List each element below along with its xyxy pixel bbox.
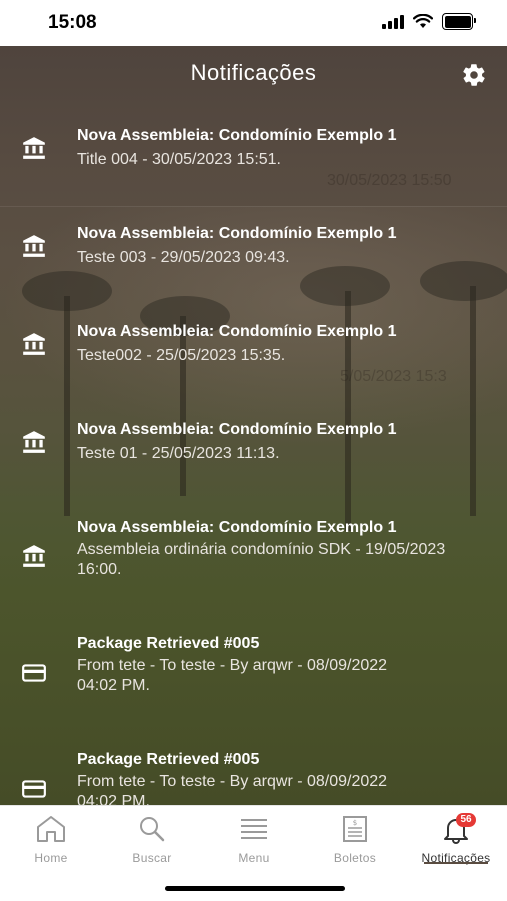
bank-icon xyxy=(23,137,45,159)
tab-buscar[interactable]: Buscar xyxy=(107,814,197,865)
home-indicator xyxy=(165,886,345,891)
bank-icon xyxy=(23,431,45,453)
notification-title: Nova Assembleia: Condomínio Exemplo 1 xyxy=(77,323,397,340)
tab-menu[interactable]: Menu xyxy=(209,814,299,865)
active-tab-indicator xyxy=(424,862,488,864)
bank-icon xyxy=(23,333,45,355)
notifications-list: Nova Assembleia: Condomínio Exemplo 1 Ti… xyxy=(0,114,507,805)
home-icon xyxy=(37,816,65,842)
notification-body: Teste 01 - 25/05/2023 11:13. xyxy=(77,445,280,462)
list-item[interactable]: Nova Assembleia: Condomínio Exemplo 1 Te… xyxy=(0,310,507,402)
divider xyxy=(0,206,507,207)
status-time: 15:08 xyxy=(48,12,97,33)
notification-count-badge: 56 xyxy=(456,813,476,827)
list-item[interactable]: Nova Assembleia: Condomínio Exemplo 1 Te… xyxy=(0,212,507,304)
notification-title: Package Retrieved #005 xyxy=(77,635,260,652)
tab-label: Home xyxy=(34,851,68,865)
wifi-icon xyxy=(413,14,433,28)
tab-label: Buscar xyxy=(132,851,172,865)
notification-body: From tete - To teste - By arqwr - 08/09/… xyxy=(77,657,388,694)
tab-boletos[interactable]: $ Boletos xyxy=(310,814,400,865)
notification-title: Nova Assembleia: Condomínio Exemplo 1 xyxy=(77,519,397,536)
card-icon xyxy=(22,664,46,682)
signal-icon xyxy=(382,14,404,29)
list-item[interactable]: Package Retrieved #005 From tete - To te… xyxy=(0,738,507,805)
notification-title: Nova Assembleia: Condomínio Exemplo 1 xyxy=(77,421,397,438)
notification-title: Nova Assembleia: Condomínio Exemplo 1 xyxy=(77,127,397,144)
search-icon xyxy=(140,817,165,842)
bank-icon xyxy=(23,545,45,567)
notification-body: Teste 003 - 29/05/2023 09:43. xyxy=(77,249,290,266)
notification-body: Teste002 - 25/05/2023 15:35. xyxy=(77,347,286,364)
gear-icon xyxy=(463,64,485,86)
menu-icon xyxy=(241,819,267,839)
notification-body: From tete - To teste - By arqwr - 08/09/… xyxy=(77,773,388,805)
tab-label: Boletos xyxy=(333,851,377,865)
notification-body: Title 004 - 30/05/2023 15:51. xyxy=(77,151,281,168)
settings-button[interactable] xyxy=(461,62,487,88)
battery-icon xyxy=(442,13,476,30)
card-icon xyxy=(22,780,46,798)
notifications-screen: 30/05/2023 15:50 5/05/2023 15:3 Notifica… xyxy=(0,46,507,805)
bank-icon xyxy=(23,235,45,257)
list-item[interactable]: Nova Assembleia: Condomínio Exemplo 1 Ti… xyxy=(0,114,507,206)
tab-label: Menu xyxy=(238,851,270,865)
list-item[interactable]: Nova Assembleia: Condomínio Exemplo 1 Te… xyxy=(0,408,507,500)
notification-title: Nova Assembleia: Condomínio Exemplo 1 xyxy=(77,225,397,242)
tab-home[interactable]: Home xyxy=(6,814,96,865)
notification-body: Assembleia ordinária condomínio SDK - 19… xyxy=(77,541,446,578)
svg-text:$: $ xyxy=(353,819,357,827)
page-title: Notificações xyxy=(190,60,317,85)
invoice-icon: $ xyxy=(343,816,367,842)
status-icons xyxy=(382,13,476,30)
status-bar: 15:08 xyxy=(0,0,507,46)
list-item[interactable]: Package Retrieved #005 From tete - To te… xyxy=(0,622,507,732)
header: Notificações xyxy=(0,46,507,104)
list-item[interactable]: Nova Assembleia: Condomínio Exemplo 1 As… xyxy=(0,506,507,614)
notification-title: Package Retrieved #005 xyxy=(77,751,260,768)
